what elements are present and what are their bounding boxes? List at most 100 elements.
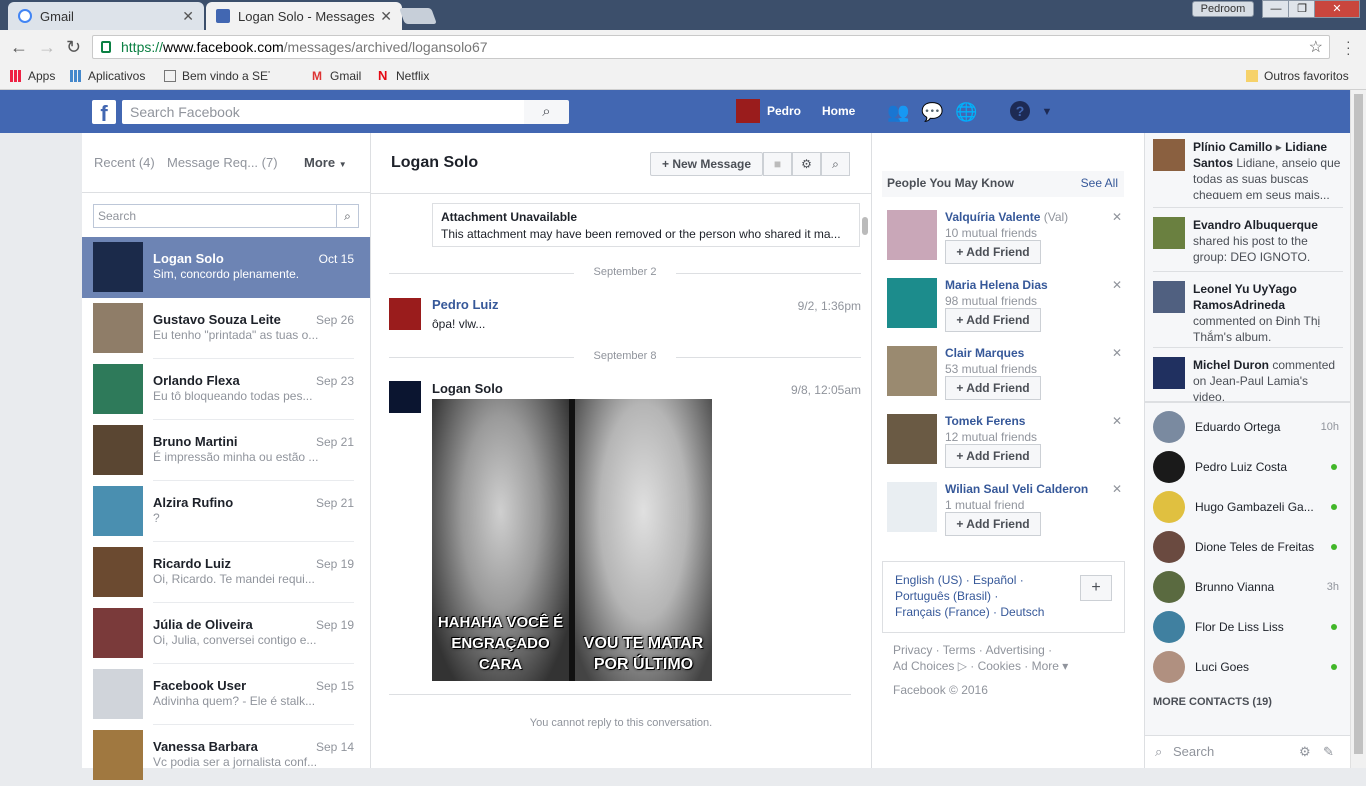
profile-button[interactable]: Pedroom — [1192, 1, 1254, 17]
forward-icon[interactable]: → — [38, 37, 56, 58]
avatar[interactable] — [389, 381, 421, 413]
avatar[interactable] — [887, 414, 937, 464]
footer-link-row[interactable]: Ad Choices ▷ · Cookies · More ▾ — [893, 658, 1113, 674]
reload-icon[interactable]: ↻ — [66, 37, 81, 58]
shared-image[interactable]: HAHAHA VOCÊ É ENGRAÇADO CARA VOU TE MATA… — [432, 399, 712, 681]
see-all-link[interactable]: See All — [1081, 176, 1118, 190]
page-scrollbar[interactable] — [1350, 90, 1366, 768]
person-name[interactable]: Valquíria Valente (Val) — [945, 210, 1068, 224]
address-bar[interactable]: https://www.facebook.com/messages/archiv… — [92, 35, 1330, 59]
new-tab-button[interactable] — [399, 8, 437, 24]
thread-item[interactable]: Logan Solo Oct 15 Sim, concordo plenamente… — [82, 237, 370, 298]
person-name[interactable]: Clair Marques — [945, 346, 1024, 360]
add-friend-button[interactable]: + Add Friend — [945, 308, 1041, 332]
close-window-button[interactable]: ✕ — [1314, 0, 1360, 18]
gear-icon[interactable]: ⚙ — [1299, 736, 1311, 768]
avatar[interactable] — [736, 99, 760, 123]
thread-item[interactable]: Alzira Rufino Sep 21? — [82, 481, 370, 542]
mutual-friends[interactable]: 98 mutual friends — [945, 294, 1037, 308]
search-icon[interactable]: ⌕ — [524, 100, 569, 124]
bookmark-aplicativos[interactable]: Aplicativos — [70, 69, 145, 83]
bookmark-star-icon[interactable]: ☆ — [1309, 37, 1323, 59]
close-tab-icon[interactable]: ✕ — [182, 8, 194, 25]
help-icon[interactable]: ? — [1010, 101, 1030, 121]
avatar[interactable] — [887, 210, 937, 260]
tab-message-requests[interactable]: Message Req... (7) — [167, 155, 278, 170]
browser-menu-icon[interactable]: · · · — [1346, 34, 1351, 60]
person-name[interactable]: Tomek Ferens — [945, 414, 1025, 428]
chat-contact[interactable]: Luci Goes — [1153, 647, 1343, 687]
close-icon[interactable]: ✕ — [1112, 482, 1122, 496]
chat-search-input[interactable]: ⌕ Search ⚙ ✎ — [1145, 735, 1351, 768]
home-link[interactable]: Home — [822, 104, 855, 118]
thread-item[interactable]: Ricardo Luiz Sep 19 Oi, Ricardo. Te mandei… — [82, 542, 370, 603]
tab-messages[interactable]: Logan Solo - Messages ✕ — [206, 2, 402, 30]
friend-requests-icon[interactable]: 👥 — [887, 101, 909, 123]
person-name[interactable]: Wilian Saul Veli Calderon — [945, 482, 1088, 496]
language-links[interactable]: Français (France) · Deutsch — [895, 604, 1112, 620]
add-friend-button[interactable]: + Add Friend — [945, 444, 1041, 468]
close-icon[interactable]: ✕ — [1112, 278, 1122, 292]
more-languages-button[interactable]: + — [1080, 575, 1112, 601]
sender-name[interactable]: Logan Solo — [432, 381, 503, 396]
thread-item[interactable]: Júlia de Oliveira Sep 19 Oi, Julia, conver… — [82, 603, 370, 664]
inbox-search-input[interactable]: Search ⌕ — [93, 204, 359, 228]
chat-contact[interactable]: Pedro Luiz Costa — [1153, 447, 1343, 487]
close-icon[interactable]: ✕ — [1112, 210, 1122, 224]
facebook-search-input[interactable]: Search Facebook — [122, 100, 524, 124]
bookmark-apps[interactable]: Apps — [10, 69, 55, 83]
chat-contact[interactable]: Hugo Gambazeli Ga... — [1153, 487, 1343, 527]
facebook-logo-icon[interactable]: f — [92, 100, 116, 126]
mutual-friends[interactable]: 53 mutual friends — [945, 362, 1037, 376]
chat-contact[interactable]: Eduardo Ortega 10h — [1153, 407, 1343, 447]
chat-contact[interactable]: Flor De Liss Liss — [1153, 607, 1343, 647]
person-name[interactable]: Maria Helena Dias — [945, 278, 1048, 292]
bookmark-other[interactable]: Outros favoritos — [1246, 69, 1349, 83]
scrollbar-thumb[interactable] — [1354, 94, 1363, 754]
attachment-notice: Attachment Unavailable This attachment m… — [432, 203, 860, 247]
add-friend-button[interactable]: + Add Friend — [945, 512, 1041, 536]
chat-contact[interactable]: Brunno Vianna 3h — [1153, 567, 1343, 607]
scrollbar[interactable] — [862, 217, 868, 235]
thread-item[interactable]: Facebook User Sep 15 Adivinha quem? - Ele … — [82, 664, 370, 725]
chevron-down-icon[interactable]: ▼ — [1036, 101, 1058, 123]
mutual-friends[interactable]: 10 mutual friends — [945, 226, 1037, 240]
more-dropdown[interactable]: More ▼ — [304, 155, 347, 170]
gear-icon[interactable]: ⚙ — [792, 152, 821, 176]
bookmark-gmail[interactable]: M Gmail — [312, 69, 361, 83]
thread-item[interactable]: Vanessa Barbara Sep 14 Vc podia ser a jorn… — [82, 725, 370, 786]
thread-item[interactable]: Gustavo Souza Leite Sep 26 Eu tenho "print… — [82, 298, 370, 359]
search-icon[interactable]: ⌕ — [336, 205, 358, 227]
mutual-friends[interactable]: 12 mutual friends — [945, 430, 1037, 444]
url-domain: www.facebook.com — [163, 39, 284, 55]
avatar[interactable] — [389, 298, 421, 330]
bookmark-netflix[interactable]: N Netflix — [378, 69, 429, 83]
messages-icon[interactable]: 💬 — [921, 101, 943, 123]
sender-name[interactable]: Pedro Luiz — [432, 297, 498, 312]
close-icon[interactable]: ✕ — [1112, 346, 1122, 360]
video-call-icon[interactable]: ■ — [763, 152, 792, 176]
add-friend-button[interactable]: + Add Friend — [945, 240, 1041, 264]
back-icon[interactable]: ← — [10, 37, 28, 58]
close-tab-icon[interactable]: ✕ — [380, 8, 392, 25]
tab-recent[interactable]: Recent (4) — [94, 155, 155, 170]
tab-gmail[interactable]: Gmail ✕ — [8, 2, 204, 30]
thread-item[interactable]: Orlando Flexa Sep 23 Eu tô bloqueando toda… — [82, 359, 370, 420]
close-icon[interactable]: ✕ — [1112, 414, 1122, 428]
avatar[interactable] — [887, 482, 937, 532]
mutual-friends[interactable]: 1 mutual friend — [945, 498, 1024, 512]
minimize-button[interactable]: — — [1262, 0, 1290, 18]
maximize-button[interactable]: ❐ — [1288, 0, 1316, 18]
notifications-globe-icon[interactable]: 🌐 — [955, 101, 977, 123]
avatar[interactable] — [887, 346, 937, 396]
footer-link-row[interactable]: Privacy · Terms · Advertising · — [893, 642, 1113, 658]
search-icon[interactable]: ⌕ — [821, 152, 850, 176]
new-message-button[interactable]: + New Message — [650, 152, 763, 176]
profile-link[interactable]: Pedro — [767, 104, 801, 118]
bookmark-seti[interactable]: Bem vindo a SETI@ho — [164, 69, 270, 83]
chat-contact[interactable]: Dione Teles de Freitas — [1153, 527, 1343, 567]
compose-icon[interactable]: ✎ — [1323, 736, 1334, 768]
add-friend-button[interactable]: + Add Friend — [945, 376, 1041, 400]
avatar[interactable] — [887, 278, 937, 328]
thread-item[interactable]: Bruno Martini Sep 21 É impressão minha ou … — [82, 420, 370, 481]
